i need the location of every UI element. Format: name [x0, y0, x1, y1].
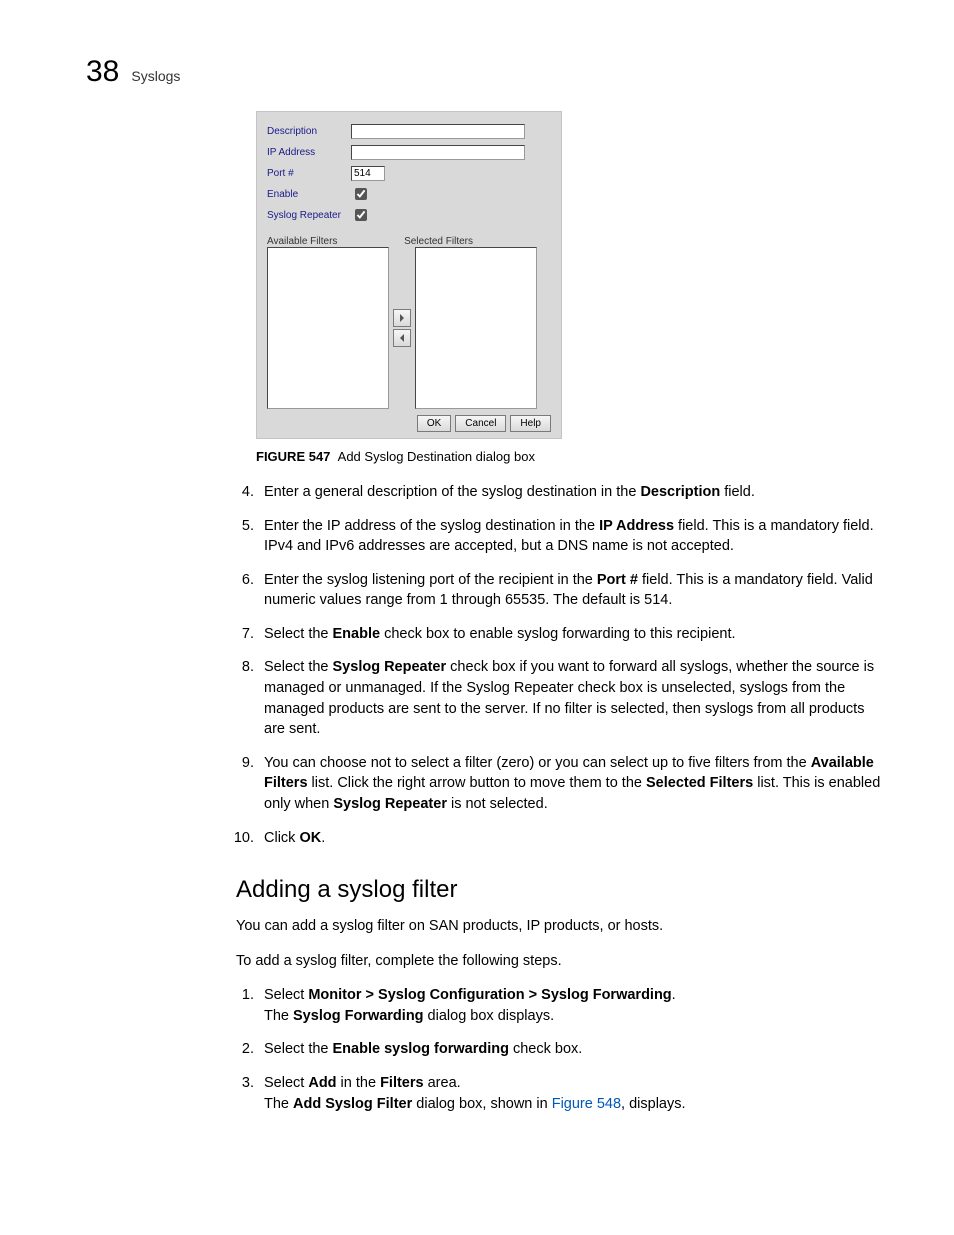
page-header: 38 Syslogs	[86, 55, 882, 89]
move-right-button[interactable]	[393, 309, 411, 327]
syslog-repeater-label: Syslog Repeater	[267, 210, 351, 221]
selected-filters-listbox[interactable]	[415, 247, 537, 409]
cancel-button[interactable]: Cancel	[455, 415, 506, 432]
step-6: Enter the syslog listening port of the r…	[258, 570, 882, 611]
chevron-left-icon	[398, 334, 406, 342]
sec2-step-3: Select Add in the Filters area. The Add …	[258, 1073, 882, 1114]
move-left-button[interactable]	[393, 329, 411, 347]
enable-label: Enable	[267, 189, 351, 200]
step-list-2: Select Monitor > Syslog Configuration > …	[86, 985, 882, 1114]
help-button[interactable]: Help	[510, 415, 551, 432]
step-4: Enter a general description of the syslo…	[258, 482, 882, 503]
step-9: You can choose not to select a filter (z…	[258, 753, 882, 815]
description-label: Description	[267, 126, 351, 137]
port-label: Port #	[267, 168, 351, 179]
chapter-number: 38	[86, 55, 119, 89]
step-5: Enter the IP address of the syslog desti…	[258, 516, 882, 557]
ip-address-input[interactable]	[351, 145, 525, 160]
step-list: Enter a general description of the syslo…	[86, 482, 882, 848]
selected-filters-label: Selected Filters	[404, 236, 473, 247]
available-filters-label: Available Filters	[267, 236, 337, 247]
chapter-title: Syslogs	[131, 68, 180, 84]
available-filters-listbox[interactable]	[267, 247, 389, 409]
description-input[interactable]	[351, 124, 525, 139]
ip-address-label: IP Address	[267, 147, 351, 158]
figure-caption: FIGURE 547 Add Syslog Destination dialog…	[256, 449, 882, 464]
figure-548-link[interactable]: Figure 548	[552, 1096, 621, 1112]
step-7: Select the Enable check box to enable sy…	[258, 624, 882, 645]
syslog-repeater-checkbox[interactable]	[355, 209, 367, 221]
ok-button[interactable]: OK	[417, 415, 451, 432]
intro-paragraph-2: To add a syslog filter, complete the fol…	[236, 951, 882, 972]
sec2-step-1: Select Monitor > Syslog Configuration > …	[258, 985, 882, 1026]
add-syslog-destination-dialog: Description IP Address Port # Enable Sys…	[256, 111, 562, 439]
sec2-step-2: Select the Enable syslog forwarding chec…	[258, 1039, 882, 1060]
port-input[interactable]	[351, 166, 385, 181]
chevron-right-icon	[398, 314, 406, 322]
section-heading: Adding a syslog filter	[236, 876, 882, 904]
step-8: Select the Syslog Repeater check box if …	[258, 657, 882, 739]
enable-checkbox[interactable]	[355, 188, 367, 200]
intro-paragraph-1: You can add a syslog filter on SAN produ…	[236, 916, 882, 937]
figure-number: FIGURE 547	[256, 449, 330, 464]
step-10: Click OK.	[258, 828, 882, 849]
figure-caption-text: Add Syslog Destination dialog box	[338, 449, 535, 464]
